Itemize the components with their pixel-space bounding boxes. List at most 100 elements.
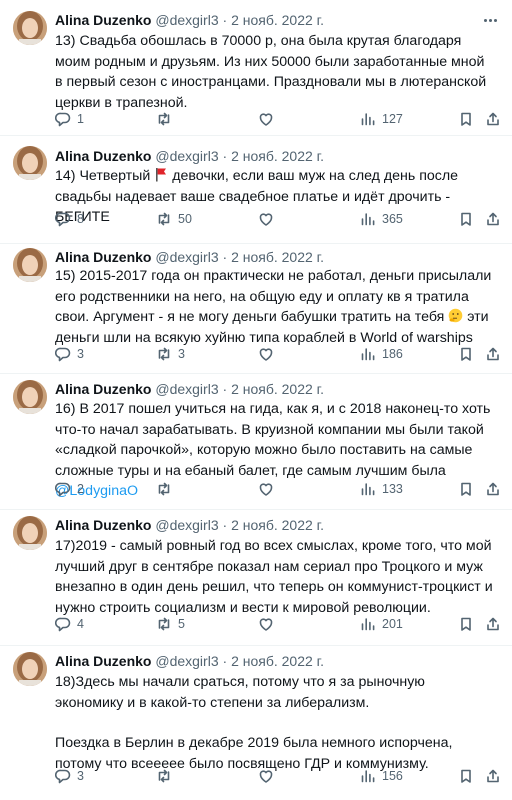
- views-icon: [361, 213, 375, 226]
- views-button[interactable]: 365: [360, 209, 403, 229]
- tweet-date[interactable]: 2 нояб. 2022 г.: [231, 148, 324, 164]
- heart-icon: [259, 213, 273, 226]
- author-handle[interactable]: @dexgirl3: [155, 517, 218, 533]
- avatar[interactable]: [13, 11, 47, 45]
- share-button[interactable]: [485, 766, 501, 786]
- share-button[interactable]: [485, 209, 501, 229]
- views-icon: [361, 348, 375, 361]
- author-name[interactable]: Alina Duzenko: [55, 249, 151, 265]
- reply-button[interactable]: 1: [55, 109, 84, 129]
- views-button[interactable]: 201: [360, 614, 403, 634]
- like-button[interactable]: [258, 344, 280, 364]
- avatar[interactable]: [13, 652, 47, 686]
- bookmark-button[interactable]: [458, 614, 474, 634]
- retweet-button[interactable]: [156, 479, 178, 499]
- more-options-icon[interactable]: [480, 11, 500, 29]
- separator-dot: ·: [222, 381, 228, 397]
- tweet[interactable]: Alina Duzenko @dexgirl3 · 2 нояб. 2022 г…: [0, 244, 512, 374]
- action-bar: 3 3 186: [55, 344, 505, 364]
- author-handle[interactable]: @dexgirl3: [155, 653, 218, 669]
- heart-icon: [259, 770, 273, 783]
- reply-button[interactable]: 4: [55, 614, 84, 634]
- reply-count: 8: [77, 212, 84, 226]
- heart-icon: [259, 618, 273, 631]
- retweet-button[interactable]: [156, 766, 178, 786]
- action-bar: 1 127: [55, 109, 505, 129]
- tweet-date[interactable]: 2 нояб. 2022 г.: [231, 249, 324, 265]
- views-icon: [361, 113, 375, 126]
- tweet[interactable]: Alina Duzenko @dexgirl3 · 2 нояб. 2022 г…: [0, 510, 512, 646]
- reply-button[interactable]: 2: [55, 479, 84, 499]
- views-count: 186: [382, 347, 403, 361]
- share-button[interactable]: [485, 344, 501, 364]
- author-handle[interactable]: @dexgirl3: [155, 249, 218, 265]
- bookmark-button[interactable]: [458, 479, 474, 499]
- retweet-button[interactable]: [156, 109, 178, 129]
- bookmark-button[interactable]: [458, 109, 474, 129]
- tweet-date[interactable]: 2 нояб. 2022 г.: [231, 12, 324, 28]
- like-button[interactable]: [258, 109, 280, 129]
- tweet-date[interactable]: 2 нояб. 2022 г.: [231, 653, 324, 669]
- retweet-icon: [158, 617, 170, 631]
- views-button[interactable]: 156: [360, 766, 403, 786]
- like-button[interactable]: [258, 766, 280, 786]
- tweet-date[interactable]: 2 нояб. 2022 г.: [231, 517, 324, 533]
- like-button[interactable]: [258, 479, 280, 499]
- share-icon: [487, 112, 499, 126]
- views-button[interactable]: 127: [360, 109, 403, 129]
- views-count: 127: [382, 112, 403, 126]
- red-flag-icon: [156, 168, 167, 182]
- tweet-text: 17)2019 - самый ровный год во всех смысл…: [55, 536, 495, 618]
- heart-icon: [259, 483, 273, 496]
- avatar[interactable]: [13, 380, 47, 414]
- bookmark-button[interactable]: [458, 766, 474, 786]
- author-name[interactable]: Alina Duzenko: [55, 12, 151, 28]
- views-count: 365: [382, 212, 403, 226]
- separator-dot: ·: [222, 653, 228, 669]
- avatar[interactable]: [13, 146, 47, 180]
- thinking-face-icon: [448, 308, 463, 323]
- share-button[interactable]: [485, 109, 501, 129]
- avatar[interactable]: [13, 248, 47, 282]
- author-handle[interactable]: @dexgirl3: [155, 148, 218, 164]
- tweet-text: 18)Здесь мы начали сраться, потому что я…: [55, 672, 495, 774]
- share-button[interactable]: [485, 479, 501, 499]
- retweet-button[interactable]: 50: [156, 209, 192, 229]
- author-handle[interactable]: @dexgirl3: [155, 381, 218, 397]
- bookmark-button[interactable]: [458, 209, 474, 229]
- retweet-button[interactable]: 3: [156, 344, 185, 364]
- avatar-photo: [13, 248, 47, 282]
- views-icon: [361, 618, 375, 631]
- views-button[interactable]: 133: [360, 479, 403, 499]
- tweet[interactable]: Alina Duzenko @dexgirl3 · 2 нояб. 2022 г…: [0, 646, 512, 800]
- reply-icon: [55, 617, 71, 632]
- share-icon: [487, 482, 499, 496]
- tweet-header: Alina Duzenko @dexgirl3 · 2 нояб. 2022 г…: [55, 147, 486, 165]
- retweet-icon: [158, 769, 170, 783]
- like-button[interactable]: [258, 209, 280, 229]
- author-name[interactable]: Alina Duzenko: [55, 517, 151, 533]
- tweet-text: 13) Свадьба обошлась в 70000 р, она была…: [55, 31, 495, 113]
- reply-button[interactable]: 3: [55, 344, 84, 364]
- author-name[interactable]: Alina Duzenko: [55, 148, 151, 164]
- reply-button[interactable]: 8: [55, 209, 84, 229]
- author-handle[interactable]: @dexgirl3: [155, 12, 218, 28]
- author-name[interactable]: Alina Duzenko: [55, 653, 151, 669]
- avatar-photo: [13, 380, 47, 414]
- tweet[interactable]: Alina Duzenko @dexgirl3 · 2 нояб. 2022 г…: [0, 0, 512, 136]
- retweet-count: 5: [178, 617, 185, 631]
- like-button[interactable]: [258, 614, 280, 634]
- avatar[interactable]: [13, 516, 47, 550]
- bookmark-button[interactable]: [458, 344, 474, 364]
- views-button[interactable]: 186: [360, 344, 403, 364]
- tweet-date[interactable]: 2 нояб. 2022 г.: [231, 381, 324, 397]
- action-bar: 8 50 365: [55, 209, 505, 229]
- author-name[interactable]: Alina Duzenko: [55, 381, 151, 397]
- tweet[interactable]: Alina Duzenko @dexgirl3 · 2 нояб. 2022 г…: [0, 136, 512, 244]
- views-icon: [361, 770, 375, 783]
- retweet-button[interactable]: 5: [156, 614, 185, 634]
- share-button[interactable]: [485, 614, 501, 634]
- tweet-paragraph: 13) Свадьба обошлась в 70000 р, она была…: [55, 33, 487, 111]
- reply-button[interactable]: 3: [55, 766, 84, 786]
- tweet[interactable]: Alina Duzenko @dexgirl3 · 2 нояб. 2022 г…: [0, 374, 512, 510]
